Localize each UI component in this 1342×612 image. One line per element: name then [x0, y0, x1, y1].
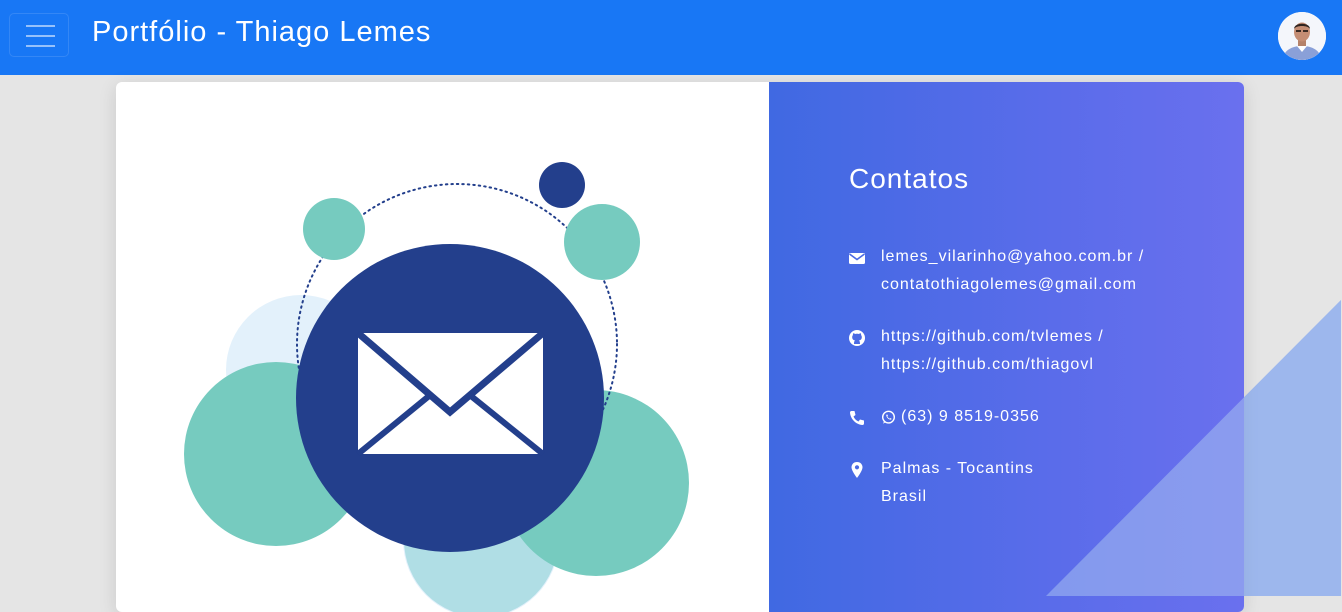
hamburger-menu-icon — [26, 35, 55, 37]
envelope-illustration — [184, 162, 689, 612]
contact-title: Contatos — [849, 163, 970, 194]
github-icon — [849, 330, 865, 346]
contact-panel: Contatos lemes_vilarinho@yahoo.com.br / … — [769, 82, 1244, 612]
contact-location-city: Palmas - Tocantins — [881, 460, 1034, 477]
envelope-icon — [355, 330, 546, 457]
top-navbar: Portfólio - Thiago Lemes — [0, 0, 1342, 75]
menu-toggle-button[interactable] — [9, 13, 69, 57]
profile-photo — [1278, 12, 1326, 60]
hamburger-menu-icon — [26, 25, 55, 27]
phone-icon — [850, 411, 864, 425]
contact-github-primary[interactable]: https://github.com/tvlemes / — [881, 323, 1104, 351]
avatar[interactable] — [1278, 12, 1326, 60]
envelope-icon — [849, 253, 865, 264]
contact-phone-number[interactable]: (63) 9 8519-0356 — [901, 403, 1040, 431]
contact-email-primary[interactable]: lemes_vilarinho@yahoo.com.br / — [881, 243, 1144, 271]
contact-card: Contatos lemes_vilarinho@yahoo.com.br / … — [116, 82, 1244, 612]
hamburger-menu-icon — [26, 45, 55, 47]
contact-location-country: Brasil — [881, 488, 928, 505]
whatsapp-icon — [881, 410, 896, 424]
teal-bubble-top-left — [303, 198, 365, 260]
contact-github-secondary[interactable]: https://github.com/thiagovl — [881, 351, 1104, 379]
map-marker-icon — [851, 462, 863, 478]
contact-email-secondary[interactable]: contatothiagolemes@gmail.com — [881, 271, 1144, 299]
brand-title[interactable]: Portfólio - Thiago Lemes — [92, 14, 431, 50]
teal-bubble-top-right — [564, 204, 640, 280]
navy-bubble — [539, 162, 585, 208]
